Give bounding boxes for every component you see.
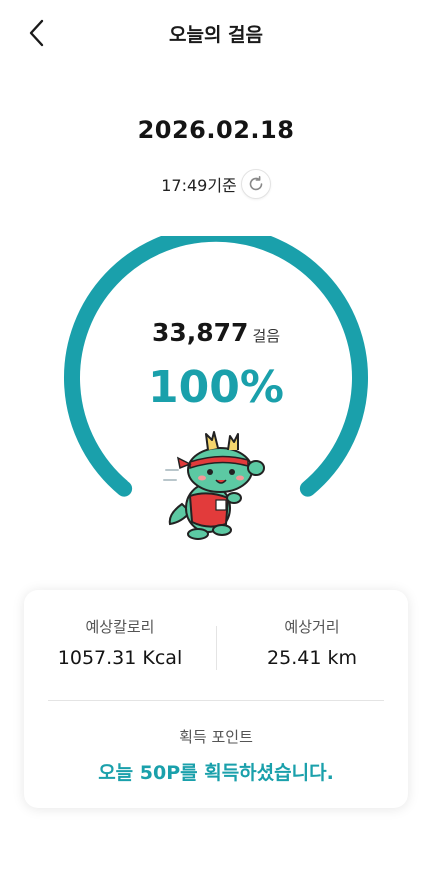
- calories-value: 1057.31 Kcal: [57, 647, 183, 669]
- points-label: 획득 포인트: [179, 728, 253, 746]
- steps-count: 33,877: [151, 318, 249, 347]
- steps-unit: 걸음: [252, 327, 281, 345]
- points-message: 오늘 50P를 획득하셨습니다.: [98, 762, 334, 784]
- steps-row: 33,877 걸음: [0, 318, 432, 347]
- as-of-row: 17:49기준: [0, 168, 432, 200]
- page-title: 오늘의 걸음: [168, 24, 263, 46]
- refresh-icon: [249, 175, 263, 191]
- date-label: 2026.02.18: [137, 116, 295, 144]
- distance-value: 25.41 km: [267, 647, 357, 669]
- distance-label: 예상거리: [284, 618, 340, 636]
- dragon-mascot-running-icon: [163, 431, 265, 540]
- distance-stat: 예상거리 25.41 km: [216, 616, 408, 669]
- calories-label: 예상칼로리: [85, 618, 155, 636]
- as-of-time: 17:49기준: [161, 176, 237, 195]
- progress-percent: 100%: [148, 362, 284, 413]
- header: 오늘의 걸음: [0, 0, 432, 66]
- refresh-button[interactable]: [240, 169, 271, 199]
- card-divider: [48, 700, 384, 701]
- calories-stat: 예상칼로리 1057.31 Kcal: [24, 616, 216, 669]
- summary-card: 예상칼로리 1057.31 Kcal 예상거리 25.41 km 획득 포인트 …: [24, 590, 408, 808]
